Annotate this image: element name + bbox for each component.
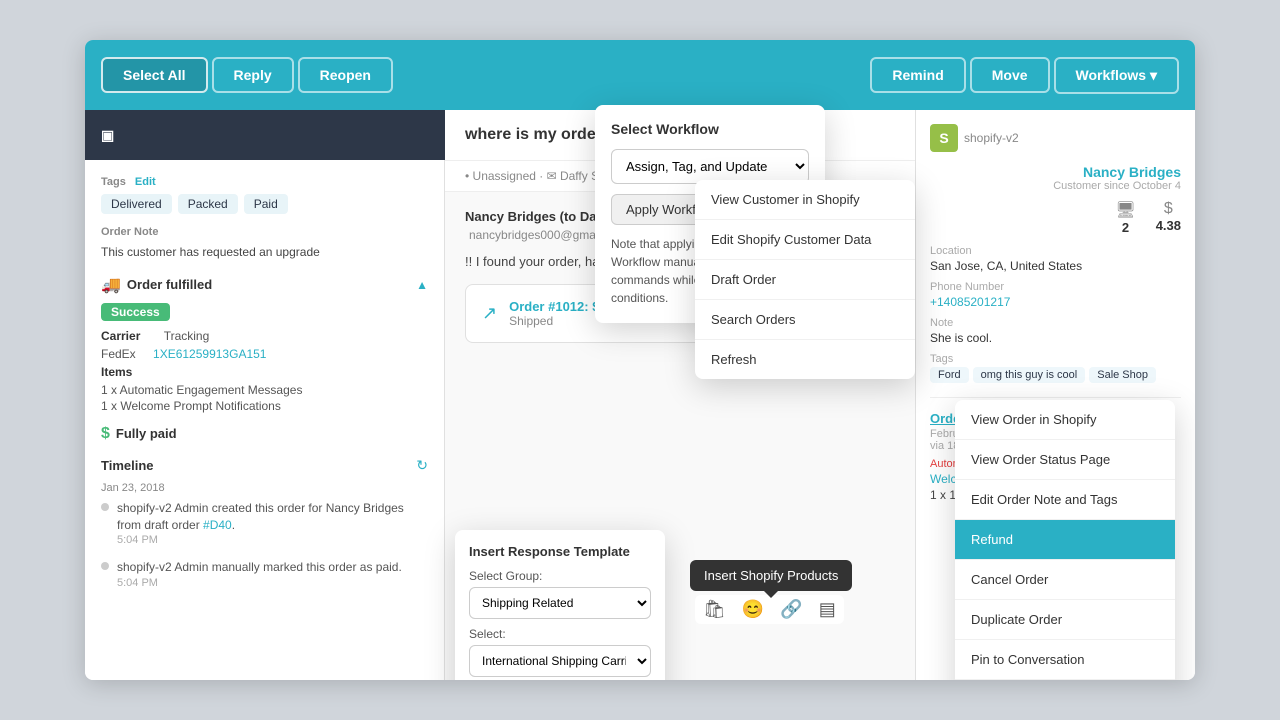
shopify-logo-icon: S — [930, 124, 958, 152]
success-badge: Success — [101, 303, 170, 321]
items-label: Items — [101, 365, 428, 379]
template-popup-title: Insert Response Template — [469, 544, 651, 559]
toolbar: Select All Reply Reopen Remind Move Work… — [85, 40, 1195, 110]
phone-row: Phone Number +14085201217 — [930, 281, 1181, 309]
tags-row: Delivered Packed Paid — [101, 194, 428, 214]
order-action-4[interactable]: Cancel Order — [955, 560, 1175, 600]
timeline-dot-1 — [101, 503, 109, 511]
workflows-dropdown: View Customer in Shopify Edit Shopify Cu… — [695, 180, 915, 379]
carrier-row: Carrier Tracking — [101, 329, 428, 343]
remind-button[interactable]: Remind — [870, 57, 965, 93]
timeline-time-1: 5:04 PM — [117, 533, 428, 548]
link-icon[interactable]: 🔗 — [780, 599, 802, 620]
timeline-dot-2 — [101, 562, 109, 570]
select-all-button[interactable]: Select All — [101, 57, 208, 93]
timeline-item-2: shopify-v2 Admin manually marked this or… — [101, 559, 428, 591]
order-fulfilled-text: Order fulfilled — [127, 277, 212, 292]
workflow-popup-title: Select Workflow — [611, 121, 809, 137]
timeline-draft-link[interactable]: #D40 — [203, 518, 232, 532]
template-item-select[interactable]: International Shipping Carriers — [469, 645, 651, 677]
stat-value: $ 4.38 — [1156, 200, 1181, 235]
emoji-icon[interactable]: 😊 — [742, 599, 764, 620]
right-tags-row: Ford omg this guy is cool Sale Shop — [930, 367, 1181, 383]
template-group-select[interactable]: Shipping Related — [469, 587, 651, 619]
truck-icon: 🚚 — [101, 275, 121, 295]
paid-badge: $ Fully paid — [101, 425, 428, 443]
order-action-5[interactable]: Duplicate Order — [955, 600, 1175, 640]
collapse-icon[interactable]: ▲ — [416, 278, 428, 292]
items-list: 1 x Automatic Engagement Messages 1 x We… — [101, 383, 428, 413]
conversation-header-title: ▣ — [101, 127, 114, 144]
text-icon[interactable]: ▤ — [819, 599, 836, 620]
order-note-text: This customer has requested an upgrade — [101, 244, 428, 261]
timeline-header: Timeline ↻ — [101, 457, 428, 474]
shopify-store-name: shopify-v2 — [964, 131, 1019, 145]
right-tags-section: Tags Ford omg this guy is cool Sale Shop — [930, 353, 1181, 383]
timeline-time-2: 5:04 PM — [117, 576, 402, 591]
right-tag-0: Ford — [930, 367, 969, 383]
order-fulfilled-header: 🚚 Order fulfilled ▲ — [101, 275, 428, 295]
tag-packed: Packed — [178, 194, 238, 214]
order-actions-dropdown: View Order in Shopify View Order Status … — [955, 400, 1175, 680]
order-card-icon: ↗ — [482, 303, 497, 324]
order-action-6[interactable]: Pin to Conversation — [955, 640, 1175, 680]
shopify-product-icon[interactable]: 🛍 — [703, 599, 726, 620]
template-group-label: Select Group: — [469, 569, 651, 583]
customer-since: Customer since October 4 — [930, 180, 1181, 192]
dollar-stat-icon: $ — [1156, 200, 1181, 218]
reopen-button[interactable]: Reopen — [298, 57, 393, 93]
order-action-3[interactable]: Refund — [955, 520, 1175, 560]
phone-link[interactable]: +14085201217 — [930, 295, 1010, 309]
shopify-products-tooltip: Insert Shopify Products — [690, 560, 852, 591]
template-popup: Insert Response Template Select Group: S… — [455, 530, 665, 680]
tag-delivered: Delivered — [101, 194, 172, 214]
timeline-date: Jan 23, 2018 — [101, 482, 428, 494]
customer-name-link[interactable]: Nancy Bridges — [930, 164, 1181, 180]
workflows-item-0[interactable]: View Customer in Shopify — [695, 180, 915, 220]
timeline-section: Timeline ↻ Jan 23, 2018 shopify-v2 Admin… — [101, 457, 428, 591]
timeline-refresh-icon[interactable]: ↻ — [416, 457, 428, 474]
workflows-item-3[interactable]: Search Orders — [695, 300, 915, 340]
right-tag-1: omg this guy is cool — [973, 367, 1086, 383]
location-row: Location San Jose, CA, United States — [930, 245, 1181, 273]
workflows-button[interactable]: Workflows ▾ — [1054, 57, 1179, 94]
carrier-value-row: FedEx 1XE61259913GA151 — [101, 347, 428, 361]
stat-orders: 🖥 2 — [1115, 200, 1135, 235]
move-button[interactable]: Move — [970, 57, 1050, 93]
timeline-item-1: shopify-v2 Admin created this order for … — [101, 500, 428, 549]
left-panel: Tags Edit Delivered Packed Paid Order No… — [85, 160, 445, 680]
workflow-dropdown[interactable]: Assign, Tag, and Update — [611, 149, 809, 184]
order-action-1[interactable]: View Order Status Page — [955, 440, 1175, 480]
reply-button[interactable]: Reply — [212, 57, 294, 93]
editor-toolbar: 🛍 😊 🔗 ▤ — [695, 595, 844, 624]
tags-edit-link[interactable]: Edit — [135, 176, 156, 188]
note-row: Note She is cool. — [930, 317, 1181, 345]
workflows-item-1[interactable]: Edit Shopify Customer Data — [695, 220, 915, 260]
right-tag-2: Sale Shop — [1089, 367, 1156, 383]
order-note-label: Order Note — [101, 226, 428, 238]
workflows-item-2[interactable]: Draft Order — [695, 260, 915, 300]
orders-icon: 🖥 — [1115, 200, 1135, 220]
dollar-icon: $ — [101, 425, 110, 443]
shopify-badge: S shopify-v2 — [930, 124, 1181, 152]
tracking-link[interactable]: 1XE61259913GA151 — [153, 347, 266, 361]
tag-paid: Paid — [244, 194, 288, 214]
stats-row: 🖥 2 $ 4.38 — [930, 200, 1181, 235]
template-select-label: Select: — [469, 627, 651, 641]
workflows-item-4[interactable]: Refresh — [695, 340, 915, 379]
order-action-0[interactable]: View Order in Shopify — [955, 400, 1175, 440]
tags-label: Tags Edit — [101, 176, 428, 188]
app-container: Select All Reply Reopen Remind Move Work… — [85, 40, 1195, 680]
conversation-header: ▣ — [85, 110, 445, 160]
order-action-2[interactable]: Edit Order Note and Tags — [955, 480, 1175, 520]
